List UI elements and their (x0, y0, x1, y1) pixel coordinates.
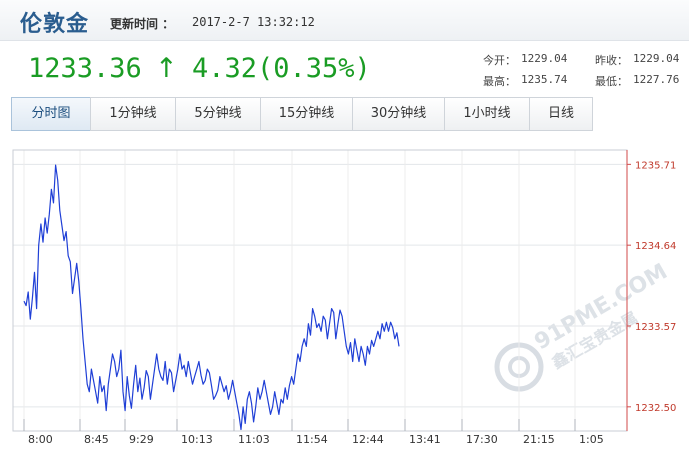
tab-30min[interactable]: 30分钟线 (352, 97, 445, 131)
x-tick-label: 11:03 (238, 433, 270, 446)
instrument-title: 伦敦金 (20, 12, 90, 37)
intraday-chart: 91PME.COM 鑫汇宝贵金属 1235.71 1234.64 1233.57 12… (0, 141, 689, 455)
open-label: 今开： (483, 54, 516, 67)
chart-grid (13, 150, 627, 431)
plot-border (12, 149, 628, 432)
open-value: 1229.04 (521, 52, 568, 65)
prev-close-value: 1229.04 (633, 52, 680, 65)
price-change: 4.32(0.35%) (192, 53, 371, 84)
x-tick-label: 8:45 (84, 433, 109, 446)
x-tick-label: 8:00 (28, 433, 53, 446)
x-tick-label: 17:30 (466, 433, 498, 446)
high-label: 最高： (483, 75, 516, 88)
x-tick-label: 13:41 (409, 433, 441, 446)
tab-intraday[interactable]: 分时图 (11, 97, 91, 131)
y-tick-label: 1234.64 (635, 241, 676, 252)
high-value: 1235.74 (521, 73, 568, 86)
tab-1min[interactable]: 1分钟线 (90, 97, 176, 131)
update-label: 更新时间 ： (110, 17, 175, 31)
x-tick-label: 9:29 (129, 433, 154, 446)
chart-svg: 91PME.COM 鑫汇宝贵金属 1235.711234.641233.5712… (12, 149, 676, 446)
update-time: 2017-2-7 13:32:12 (192, 15, 315, 29)
up-arrow-icon: ↑ (155, 53, 178, 84)
y-tick-label: 1232.50 (635, 403, 676, 414)
current-price: 1233.36 (28, 53, 142, 84)
x-tick-label: 1:05 (579, 433, 604, 446)
tab-5min[interactable]: 5分钟线 (175, 97, 261, 131)
tab-daily[interactable]: 日线 (529, 97, 593, 131)
low-label: 最低： (595, 75, 628, 88)
prev-close-label: 昨收： (595, 54, 628, 67)
x-axis-ticks: 8:00 8:45 9:29 10:13 11:03 11:54 12:44 13:41 17:… (23, 419, 604, 446)
y-tick-label: 1235.71 (635, 160, 676, 171)
header-bar: 伦敦金 更新时间 ： 2017-2-7 13:32:12 (0, 0, 689, 41)
x-tick-label: 11:54 (296, 433, 328, 446)
x-tick-label: 12:44 (352, 433, 384, 446)
tab-15min[interactable]: 15分钟线 (260, 97, 353, 131)
x-tick-label: 10:13 (181, 433, 213, 446)
chart-period-tabs: 分时图 1分钟线 5分钟线 15分钟线 30分钟线 1小时线 日线 (11, 97, 593, 131)
tab-1hour[interactable]: 1小时线 (444, 97, 530, 131)
y-tick-label: 1233.57 (635, 322, 676, 333)
chart-frame (12, 149, 628, 432)
x-tick-label: 21:15 (523, 433, 555, 446)
low-value: 1227.76 (633, 73, 680, 86)
